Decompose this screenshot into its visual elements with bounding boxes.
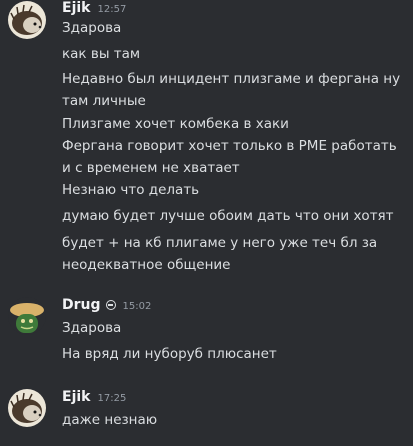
- message-text: будет + на кб плигаме у него уже теч бл …: [62, 235, 378, 273]
- message-text: думаю будет лучше обоим дать что они хот…: [62, 208, 394, 224]
- message-text: Недавно был инцидент плизгаме и фергана …: [62, 71, 401, 109]
- message-timestamp: 15:02: [122, 301, 152, 312]
- hedgehog-avatar-icon[interactable]: [8, 389, 46, 427]
- message-timestamp: 12:57: [97, 4, 127, 15]
- message-text: На вряд ли нуборуб плюсанет: [62, 346, 277, 362]
- message-text: как вы там: [62, 46, 141, 62]
- message-text: даже незнаю: [62, 412, 158, 428]
- hedgehog-avatar-icon[interactable]: [8, 1, 46, 39]
- message-text: Фергана говорит хочет только в PME работ…: [62, 138, 397, 176]
- minus-circle-icon: [105, 300, 116, 310]
- message-text: Здарова: [62, 320, 122, 336]
- author-name[interactable]: Ejik: [62, 389, 90, 405]
- message-timestamp: 17:25: [97, 393, 127, 404]
- author-name[interactable]: Ejik: [62, 0, 90, 16]
- mushroom-avatar-icon[interactable]: [8, 297, 46, 335]
- author-name[interactable]: Drug: [62, 297, 101, 313]
- message-text: Незнаю что делать: [62, 182, 200, 198]
- message-text: Здарова: [62, 20, 122, 36]
- message-text: Плизгаме хочет комбека в хаки: [62, 116, 289, 132]
